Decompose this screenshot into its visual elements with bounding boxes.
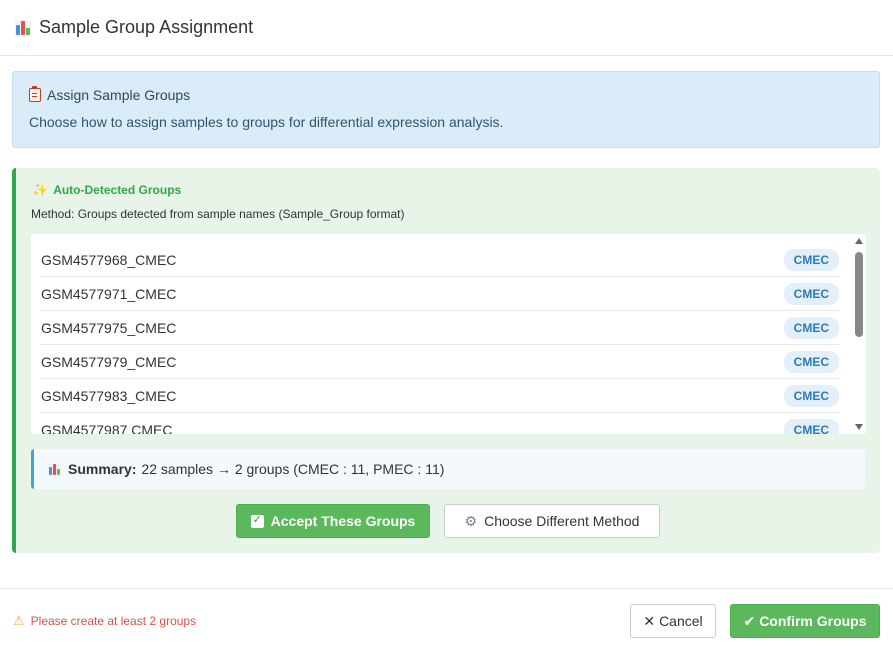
bar-chart-icon — [15, 19, 31, 36]
detection-method-text: Method: Groups detected from sample name… — [31, 207, 405, 221]
modal-title: Sample Group Assignment — [39, 17, 254, 37]
group-badge: CMEC — [783, 350, 839, 373]
list-item: GSM4577979_CMEC CMEC — [41, 345, 839, 379]
summary-label: Summary: — [68, 461, 137, 477]
scroll-down-arrow-icon[interactable] — [855, 424, 863, 430]
sample-name: GSM4577968_CMEC — [41, 251, 177, 268]
cancel-button[interactable]: ✕ Cancel — [630, 604, 716, 638]
list-item: GSM4577968_CMEC CMEC — [41, 243, 839, 277]
bar-chart-icon — [48, 462, 61, 476]
info-box: Assign Sample Groups Choose how to assig… — [12, 71, 880, 148]
check-icon: ✔ — [743, 612, 756, 629]
group-badge: CMEC — [783, 282, 839, 305]
group-badge: CMEC — [783, 418, 839, 434]
footer-divider — [0, 588, 893, 589]
sample-name: GSM4577975_CMEC — [41, 319, 177, 336]
group-badge: CMEC — [783, 316, 839, 339]
scroll-up-arrow-icon[interactable] — [855, 238, 863, 244]
info-title-row: Assign Sample Groups — [29, 86, 863, 103]
sample-name: GSM4577987 CMEC — [41, 421, 173, 435]
group-badge: CMEC — [783, 384, 839, 407]
sample-name: GSM4577979_CMEC — [41, 353, 177, 370]
group-badge: CMEC — [783, 248, 839, 271]
list-item: GSM4577987 CMEC CMEC — [41, 413, 839, 434]
confirm-groups-label: Confirm Groups — [759, 613, 867, 629]
warning-text: Please create at least 2 groups — [30, 614, 197, 628]
summary-text: 22 samples → 2 groups (CMEC : 11, PMEC :… — [141, 461, 445, 477]
choose-different-method-button[interactable]: ⚙ Choose Different Method — [444, 504, 660, 538]
sample-name: GSM4577971_CMEC — [41, 285, 177, 302]
confirm-groups-button[interactable]: ✔ Confirm Groups — [730, 604, 880, 638]
auto-detected-title: Auto-Detected Groups — [53, 183, 182, 197]
auto-detected-title-row: ✨ Auto-Detected Groups — [32, 182, 181, 198]
choose-method-label: Choose Different Method — [484, 513, 640, 529]
list-item: GSM4577975_CMEC CMEC — [41, 311, 839, 345]
summary-box: Summary: 22 samples → 2 groups (CMEC : 1… — [31, 449, 865, 489]
info-text: Choose how to assign samples to groups f… — [29, 114, 504, 130]
warning-icon: ⚠ — [13, 613, 25, 628]
check-icon — [250, 513, 264, 528]
scrollbar-thumb[interactable] — [855, 252, 863, 337]
sparkle-icon: ✨ — [32, 182, 49, 197]
list-item: GSM4577983_CMEC CMEC — [41, 379, 839, 413]
sample-name: GSM4577983_CMEC — [41, 387, 177, 404]
info-title: Assign Sample Groups — [47, 87, 191, 103]
accept-groups-label: Accept These Groups — [270, 513, 416, 529]
warning-message: ⚠ Please create at least 2 groups — [13, 613, 196, 629]
cancel-label: Cancel — [659, 613, 703, 629]
sample-list-scrollbar[interactable] — [852, 234, 866, 434]
close-icon: ✕ — [643, 612, 656, 629]
accept-groups-button[interactable]: Accept These Groups — [236, 504, 430, 538]
auto-detected-panel: ✨ Auto-Detected Groups Method: Groups de… — [12, 168, 880, 553]
clipboard-icon — [29, 86, 41, 102]
sample-list[interactable]: GSM4577968_CMEC CMEC GSM4577971_CMEC CME… — [31, 234, 866, 434]
modal-header: Sample Group Assignment — [0, 0, 893, 56]
gear-icon: ⚙ — [464, 512, 478, 529]
list-item: GSM4577971_CMEC CMEC — [41, 277, 839, 311]
